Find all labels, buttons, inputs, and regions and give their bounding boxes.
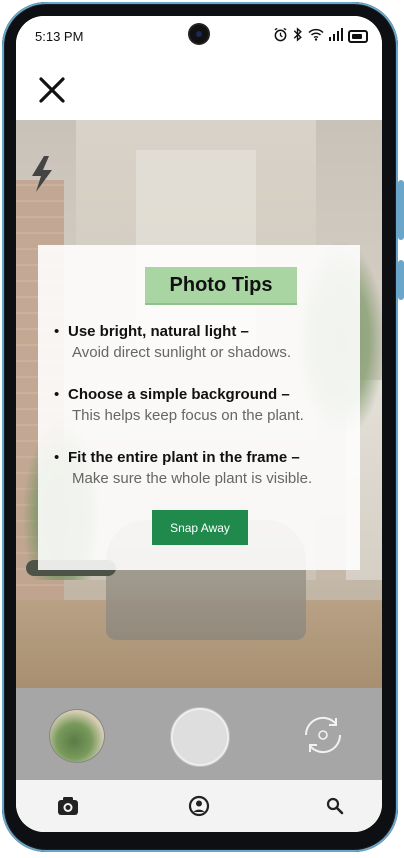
nav-camera[interactable] [54, 794, 82, 818]
snap-away-button[interactable]: Snap Away [152, 510, 248, 545]
tip-detail: Avoid direct sunlight or shadows. [72, 344, 292, 361]
front-camera [190, 25, 208, 43]
status-bar: 5:13 PM [16, 16, 382, 56]
top-app-bar [16, 56, 382, 120]
volume-button [398, 180, 404, 240]
tip-heading-text: Fit the entire plant in the frame – [68, 449, 300, 466]
bottom-navigation [16, 780, 382, 832]
battery-icon [348, 29, 368, 43]
flip-camera-icon [304, 716, 342, 754]
tip-bullet: • [54, 386, 60, 403]
tip-bullet: • [54, 323, 60, 340]
search-icon [326, 797, 344, 815]
tip-item: • Fit the entire plant in the frame – Mak… [54, 449, 354, 488]
nav-search[interactable] [321, 794, 349, 818]
tip-detail: This helps keep focus on the plant. [72, 407, 304, 424]
camera-controls [16, 688, 382, 780]
tip-item: • Use bright, natural light – Avoid direc… [54, 323, 354, 362]
bluetooth-icon [293, 27, 303, 45]
power-button [398, 260, 404, 300]
tip-detail: Make sure the whole plant is visible. [72, 470, 313, 487]
tip-heading: • Fit the entire plant in the frame – [54, 449, 354, 467]
photo-tips-card: Photo Tips • Use bright, natural light – … [38, 245, 360, 570]
tip-heading-text: Choose a simple background – [68, 386, 290, 403]
photo-tips-title: Photo Tips [145, 267, 297, 305]
flip-camera-button[interactable] [296, 712, 350, 758]
close-button[interactable] [34, 72, 70, 108]
signal-icon [329, 28, 343, 44]
tip-item: • Choose a simple background – This helps… [54, 386, 354, 425]
nav-profile[interactable] [185, 794, 213, 818]
tip-heading-text: Use bright, natural light – [68, 323, 249, 340]
tip-heading: • Choose a simple background – [54, 386, 354, 404]
flash-icon [32, 156, 52, 192]
screen: 5:13 PM Photo Tips • Use bright, natural… [16, 16, 382, 832]
camera-icon [58, 797, 78, 815]
camera-preview[interactable]: Photo Tips • Use bright, natural light – … [16, 120, 382, 688]
tip-bullet: • [54, 449, 60, 466]
alarm-icon [273, 27, 288, 45]
shutter-button[interactable] [171, 708, 229, 766]
tip-heading: • Use bright, natural light – [54, 323, 354, 341]
wifi-icon [308, 28, 324, 44]
flash-toggle[interactable] [28, 154, 56, 194]
close-icon [39, 77, 65, 103]
profile-icon [188, 795, 210, 817]
gallery-thumbnail[interactable] [49, 709, 105, 763]
status-icons [273, 27, 368, 45]
status-time: 5:13 PM [35, 29, 84, 44]
